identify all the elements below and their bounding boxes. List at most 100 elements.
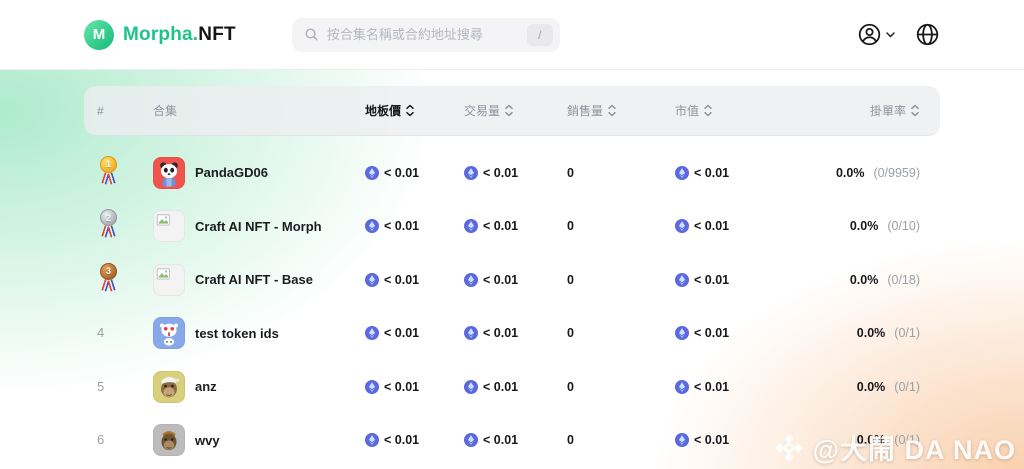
sort-icon: [910, 104, 920, 117]
market-cap-cell: < 0.01: [675, 219, 790, 233]
floor-price-value: < 0.01: [384, 273, 419, 287]
table-row[interactable]: 2Craft AI NFT - Morph< 0.01< 0.010< 0.01…: [84, 200, 940, 254]
top-bar: M Morpha.NFT /: [0, 0, 1024, 70]
listing-rate-detail: (0/18): [887, 273, 920, 287]
sort-icon: [405, 104, 415, 117]
language-globe-button[interactable]: [915, 22, 940, 47]
column-header-collection: 合集: [153, 102, 365, 119]
listing-rate-detail: (0/1): [894, 326, 920, 340]
volume-cell: < 0.01: [464, 326, 567, 340]
eth-coin-icon: [365, 380, 379, 394]
volume-value: < 0.01: [483, 219, 518, 233]
eth-coin-icon: [464, 380, 478, 394]
sort-icon: [504, 104, 514, 117]
market-cap-value: < 0.01: [694, 166, 729, 180]
volume-cell: < 0.01: [464, 166, 567, 180]
table-row[interactable]: 3Craft AI NFT - Base< 0.01< 0.010< 0.010…: [84, 253, 940, 307]
collection-thumbnail: [153, 317, 185, 349]
listing-rate-value: 0.0%: [857, 326, 886, 340]
volume-cell: < 0.01: [464, 273, 567, 287]
sort-icon: [703, 104, 713, 117]
floor-price-value: < 0.01: [384, 166, 419, 180]
market-cap-cell: < 0.01: [675, 273, 790, 287]
market-cap-cell: < 0.01: [675, 326, 790, 340]
rank-cell: 6: [84, 431, 153, 449]
collection-name: wvy: [195, 433, 220, 448]
market-cap-value: < 0.01: [694, 219, 729, 233]
eth-coin-icon: [464, 326, 478, 340]
listing-rate-value: 0.0%: [836, 166, 865, 180]
brand-name-primary: Morpha.: [123, 24, 198, 45]
market-cap-value: < 0.01: [694, 273, 729, 287]
user-icon: [857, 22, 882, 47]
eth-coin-icon: [365, 433, 379, 447]
column-header-rate[interactable]: 掛單率: [790, 102, 940, 119]
column-header-volume[interactable]: 交易量: [464, 102, 567, 119]
collection-thumbnail: [153, 424, 185, 456]
collection-name: Craft AI NFT - Base: [195, 272, 313, 287]
collection-thumbnail: [153, 157, 185, 189]
search-icon: [304, 27, 319, 42]
rank-cell: 5: [84, 378, 153, 396]
table-row[interactable]: 4test token ids< 0.01< 0.010< 0.010.0%(0…: [84, 307, 940, 361]
rank-number: 5: [97, 379, 104, 394]
listing-rate-cell: 0.0%(0/9959): [790, 166, 940, 180]
market-cap-cell: < 0.01: [675, 380, 790, 394]
collection-cell[interactable]: wvy: [153, 424, 365, 456]
sales-value: 0: [567, 380, 574, 394]
volume-value: < 0.01: [483, 166, 518, 180]
account-button[interactable]: [857, 22, 895, 47]
eth-coin-icon: [365, 166, 379, 180]
collection-cell[interactable]: anz: [153, 371, 365, 403]
listing-rate-cell: 0.0%(0/18): [790, 273, 940, 287]
market-cap-value: < 0.01: [694, 326, 729, 340]
brand-logo[interactable]: M Morpha.NFT: [84, 20, 236, 50]
market-cap-cell: < 0.01: [675, 166, 790, 180]
floor-price-value: < 0.01: [384, 326, 419, 340]
sales-value: 0: [567, 433, 574, 447]
chevron-down-icon: [886, 32, 895, 38]
listing-rate-cell: 0.0% (0/1): [790, 326, 940, 340]
collection-cell[interactable]: Craft AI NFT - Morph: [153, 210, 365, 242]
search-box[interactable]: /: [292, 18, 560, 52]
floor-price-cell: < 0.01: [365, 166, 464, 180]
collection-cell[interactable]: Craft AI NFT - Base: [153, 264, 365, 296]
slash-shortcut-badge: /: [527, 24, 553, 46]
floor-price-value: < 0.01: [384, 219, 419, 233]
eth-coin-icon: [365, 273, 379, 287]
table-row[interactable]: 6 wvy < 0.01 < 0.01 0 < 0.01 0.0% (0/1): [84, 414, 940, 468]
eth-coin-icon: [675, 273, 689, 287]
sales-cell: 0: [567, 326, 675, 340]
volume-value: < 0.01: [483, 273, 518, 287]
volume-cell: < 0.01: [464, 433, 567, 447]
table-body: 1PandaGD06< 0.01< 0.010< 0.010.0%(0/9959…: [84, 146, 940, 467]
eth-coin-icon: [464, 166, 478, 180]
column-header-sales[interactable]: 銷售量: [567, 102, 675, 119]
column-label: 市值: [675, 102, 699, 119]
floor-price-value: < 0.01: [384, 433, 419, 447]
floor-price-cell: < 0.01: [365, 219, 464, 233]
volume-value: < 0.01: [483, 380, 518, 394]
volume-value: < 0.01: [483, 433, 518, 447]
collection-cell[interactable]: PandaGD06: [153, 157, 365, 189]
search-input[interactable]: [327, 27, 519, 42]
table-row[interactable]: 1PandaGD06< 0.01< 0.010< 0.010.0%(0/9959…: [84, 146, 940, 200]
market-cap-cell: < 0.01: [675, 433, 790, 447]
rank-cell: 4: [84, 324, 153, 342]
eth-coin-icon: [675, 166, 689, 180]
listing-rate-detail: (0/1): [894, 433, 920, 447]
column-header-mcap[interactable]: 市值: [675, 102, 790, 119]
table-row[interactable]: 5anz< 0.01< 0.010< 0.010.0%(0/1): [84, 360, 940, 414]
column-label: #: [97, 104, 104, 118]
eth-coin-icon: [675, 380, 689, 394]
listing-rate-cell: 0.0%(0/10): [790, 219, 940, 233]
eth-coin-icon: [464, 273, 478, 287]
sales-cell: 0: [567, 433, 675, 447]
collection-thumbnail: [153, 264, 185, 296]
eth-coin-icon: [464, 433, 478, 447]
column-header-floor[interactable]: 地板價: [365, 102, 464, 119]
floor-price-cell: < 0.01: [365, 273, 464, 287]
collection-name: test token ids: [195, 326, 279, 341]
listing-rate-value: 0.0%: [857, 433, 886, 447]
collection-cell[interactable]: test token ids: [153, 317, 365, 349]
